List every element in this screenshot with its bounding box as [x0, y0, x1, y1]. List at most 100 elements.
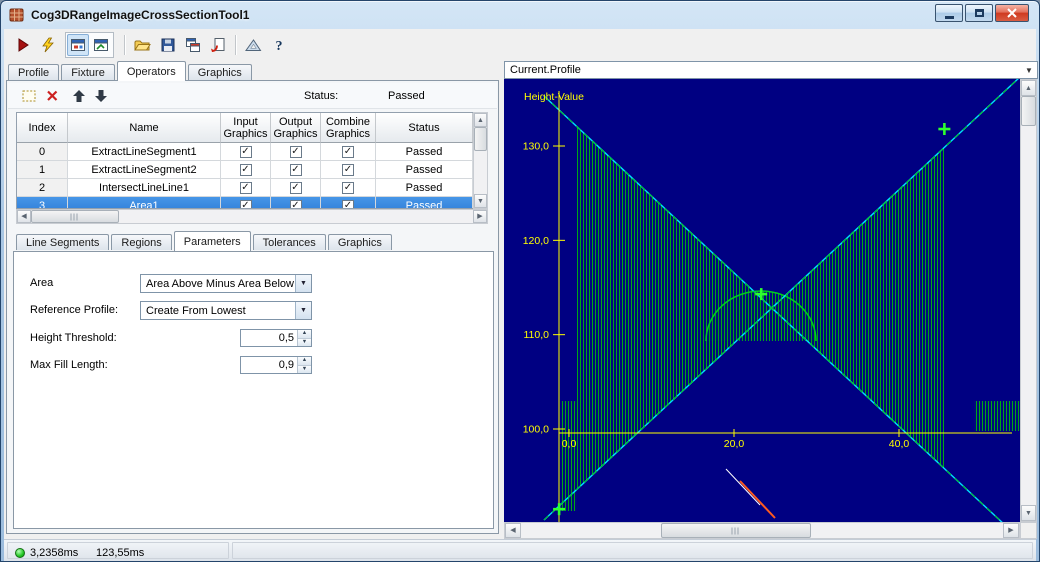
- column-header[interactable]: Status: [376, 113, 473, 143]
- scroll-left-icon[interactable]: ◀: [505, 523, 521, 538]
- column-header[interactable]: Combine Graphics: [321, 113, 376, 143]
- chevron-down-icon[interactable]: ▼: [295, 302, 311, 319]
- title-bar[interactable]: Cog3DRangeImageCrossSectionTool1: [1, 1, 1039, 29]
- scroll-down-icon[interactable]: ▼: [474, 194, 487, 208]
- subtab-regions[interactable]: Regions: [111, 234, 172, 250]
- close-button[interactable]: [995, 4, 1029, 22]
- move-down-button[interactable]: [90, 85, 111, 106]
- operators-page: Status: Passed Index Name Input Graphics Ou…: [6, 80, 499, 534]
- tab-profile[interactable]: Profile: [8, 64, 60, 80]
- graphics-checkbox[interactable]: ✓: [239, 199, 252, 208]
- record-selector-dropdown[interactable]: Current.Profile ▼: [504, 61, 1038, 79]
- x-tick-label: 40,0: [889, 438, 910, 450]
- image-display-toggle-button[interactable]: [67, 33, 89, 56]
- operators-grid: Index Name Input Graphics Output Graphics Co…: [16, 112, 474, 209]
- spin-down-icon[interactable]: ▼: [298, 365, 311, 373]
- grid-vertical-scrollbar[interactable]: ▲ ▼: [473, 112, 488, 209]
- scroll-right-icon[interactable]: ▶: [1003, 523, 1019, 538]
- graphics-checkbox[interactable]: ✓: [289, 145, 302, 158]
- spin-up-icon[interactable]: ▲: [298, 330, 311, 339]
- scrollbar-thumb[interactable]: [474, 127, 487, 151]
- display-horizontal-scrollbar[interactable]: ◀ ▶: [504, 522, 1020, 539]
- column-header[interactable]: Input Graphics: [221, 113, 271, 143]
- open-button[interactable]: [131, 33, 154, 56]
- graphics-display-toggle-button[interactable]: [90, 34, 112, 56]
- subtab-tolerances[interactable]: Tolerances: [252, 234, 326, 250]
- scrollbar-track[interactable]: [474, 151, 487, 194]
- operator-row[interactable]: 0 ExtractLineSegment1 ✓ ✓ ✓ Passed: [17, 143, 473, 161]
- thumb-grip: [70, 213, 80, 220]
- save-button[interactable]: [156, 33, 179, 56]
- scroll-right-icon[interactable]: ▶: [473, 210, 487, 223]
- new-operator-button[interactable]: [18, 85, 39, 106]
- spin-up-icon[interactable]: ▲: [298, 357, 311, 366]
- scroll-left-icon[interactable]: ◀: [17, 210, 31, 223]
- scrollbar-track[interactable]: [521, 523, 661, 538]
- minimize-button[interactable]: [935, 4, 963, 22]
- graphics-checkbox[interactable]: ✓: [342, 181, 354, 194]
- graphics-checkbox[interactable]: ✓: [342, 199, 354, 208]
- import-button[interactable]: [206, 33, 229, 56]
- grid-cell: 2: [17, 179, 68, 197]
- run-button[interactable]: [11, 33, 34, 56]
- subtab-graphics[interactable]: Graphics: [327, 234, 392, 250]
- chevron-down-icon[interactable]: ▼: [295, 275, 311, 292]
- grid-cell: Passed: [376, 179, 473, 197]
- scrollbar-track[interactable]: [1021, 126, 1036, 505]
- column-header[interactable]: Output Graphics: [271, 113, 321, 143]
- trigger-button[interactable]: [36, 33, 59, 56]
- scroll-down-icon[interactable]: ▼: [1021, 505, 1036, 521]
- move-down-icon: [94, 89, 107, 102]
- tab-graphics[interactable]: Graphics: [187, 64, 252, 80]
- scrollbar-thumb[interactable]: [1021, 96, 1036, 126]
- graphics-checkbox[interactable]: ✓: [289, 163, 302, 176]
- tab-fixture[interactable]: Fixture: [61, 64, 115, 80]
- graphics-checkbox[interactable]: ✓: [239, 181, 252, 194]
- area-fill-left-edge: [561, 401, 577, 511]
- max-fill-length-label: Max Fill Length:: [30, 359, 108, 371]
- scrollbar-thumb[interactable]: [661, 523, 811, 538]
- graphics-checkbox[interactable]: ✓: [239, 145, 252, 158]
- lightning-icon: [41, 37, 54, 52]
- height-threshold-input[interactable]: 0,5 ▲ ▼: [240, 329, 312, 347]
- run-icon: [18, 37, 29, 52]
- status-bar: 3,2358ms 123,55ms: [4, 539, 1036, 561]
- tab-operators[interactable]: Operators: [116, 61, 186, 81]
- profile-display[interactable]: 130,0 120,0 110,0 100,0 0,0 20,0 40,0 Height-V…: [504, 76, 1021, 540]
- grid-horizontal-scrollbar[interactable]: ◀ ▶: [16, 209, 488, 224]
- scroll-up-icon[interactable]: ▲: [1021, 80, 1036, 96]
- graphics-checkbox[interactable]: ✓: [289, 181, 302, 194]
- display-vertical-scrollbar[interactable]: ▲ ▼: [1020, 79, 1037, 522]
- column-header[interactable]: Index: [17, 113, 68, 143]
- svg-text:?: ?: [275, 39, 282, 53]
- max-fill-length-input[interactable]: 0,9 ▲ ▼: [240, 356, 312, 374]
- scrollbar-track[interactable]: [119, 210, 473, 223]
- operator-row[interactable]: 3 Area1 ✓ ✓ ✓ Passed: [17, 197, 473, 208]
- column-header[interactable]: Name: [68, 113, 221, 143]
- graphics-checkbox[interactable]: ✓: [342, 163, 354, 176]
- reference-profile-dropdown[interactable]: Create From Lowest ▼: [140, 301, 312, 320]
- help-button[interactable]: ?: [267, 33, 290, 56]
- operator-row[interactable]: 2 IntersectLineLine1 ✓ ✓ ✓ Passed: [17, 179, 473, 197]
- delete-operator-button[interactable]: [42, 85, 63, 106]
- displays-button[interactable]: [181, 33, 204, 56]
- maximize-button[interactable]: [965, 4, 993, 22]
- area-dropdown[interactable]: Area Above Minus Area Below ▼: [140, 274, 312, 293]
- grid-cell: ✓: [271, 197, 321, 208]
- chevron-down-icon[interactable]: ▼: [1021, 62, 1037, 78]
- operator-row[interactable]: 1 ExtractLineSegment2 ✓ ✓ ✓ Passed: [17, 161, 473, 179]
- y-tick-label: 110,0: [524, 329, 550, 341]
- subtab-parameters[interactable]: Parameters: [173, 231, 251, 251]
- move-up-button[interactable]: [68, 85, 89, 106]
- import-icon: [210, 37, 224, 52]
- scroll-up-icon[interactable]: ▲: [474, 113, 487, 127]
- scrollbar-thumb[interactable]: [31, 210, 119, 223]
- graphics-checkbox[interactable]: ✓: [239, 163, 252, 176]
- graphics-checkbox[interactable]: ✓: [289, 199, 302, 208]
- grid-cell: Area1: [68, 197, 221, 208]
- subtab-line-segments[interactable]: Line Segments: [16, 234, 110, 250]
- graphics-checkbox[interactable]: ✓: [342, 145, 354, 158]
- spin-down-icon[interactable]: ▼: [298, 338, 311, 346]
- measure-button[interactable]: [242, 33, 265, 56]
- scrollbar-track[interactable]: [811, 523, 1003, 538]
